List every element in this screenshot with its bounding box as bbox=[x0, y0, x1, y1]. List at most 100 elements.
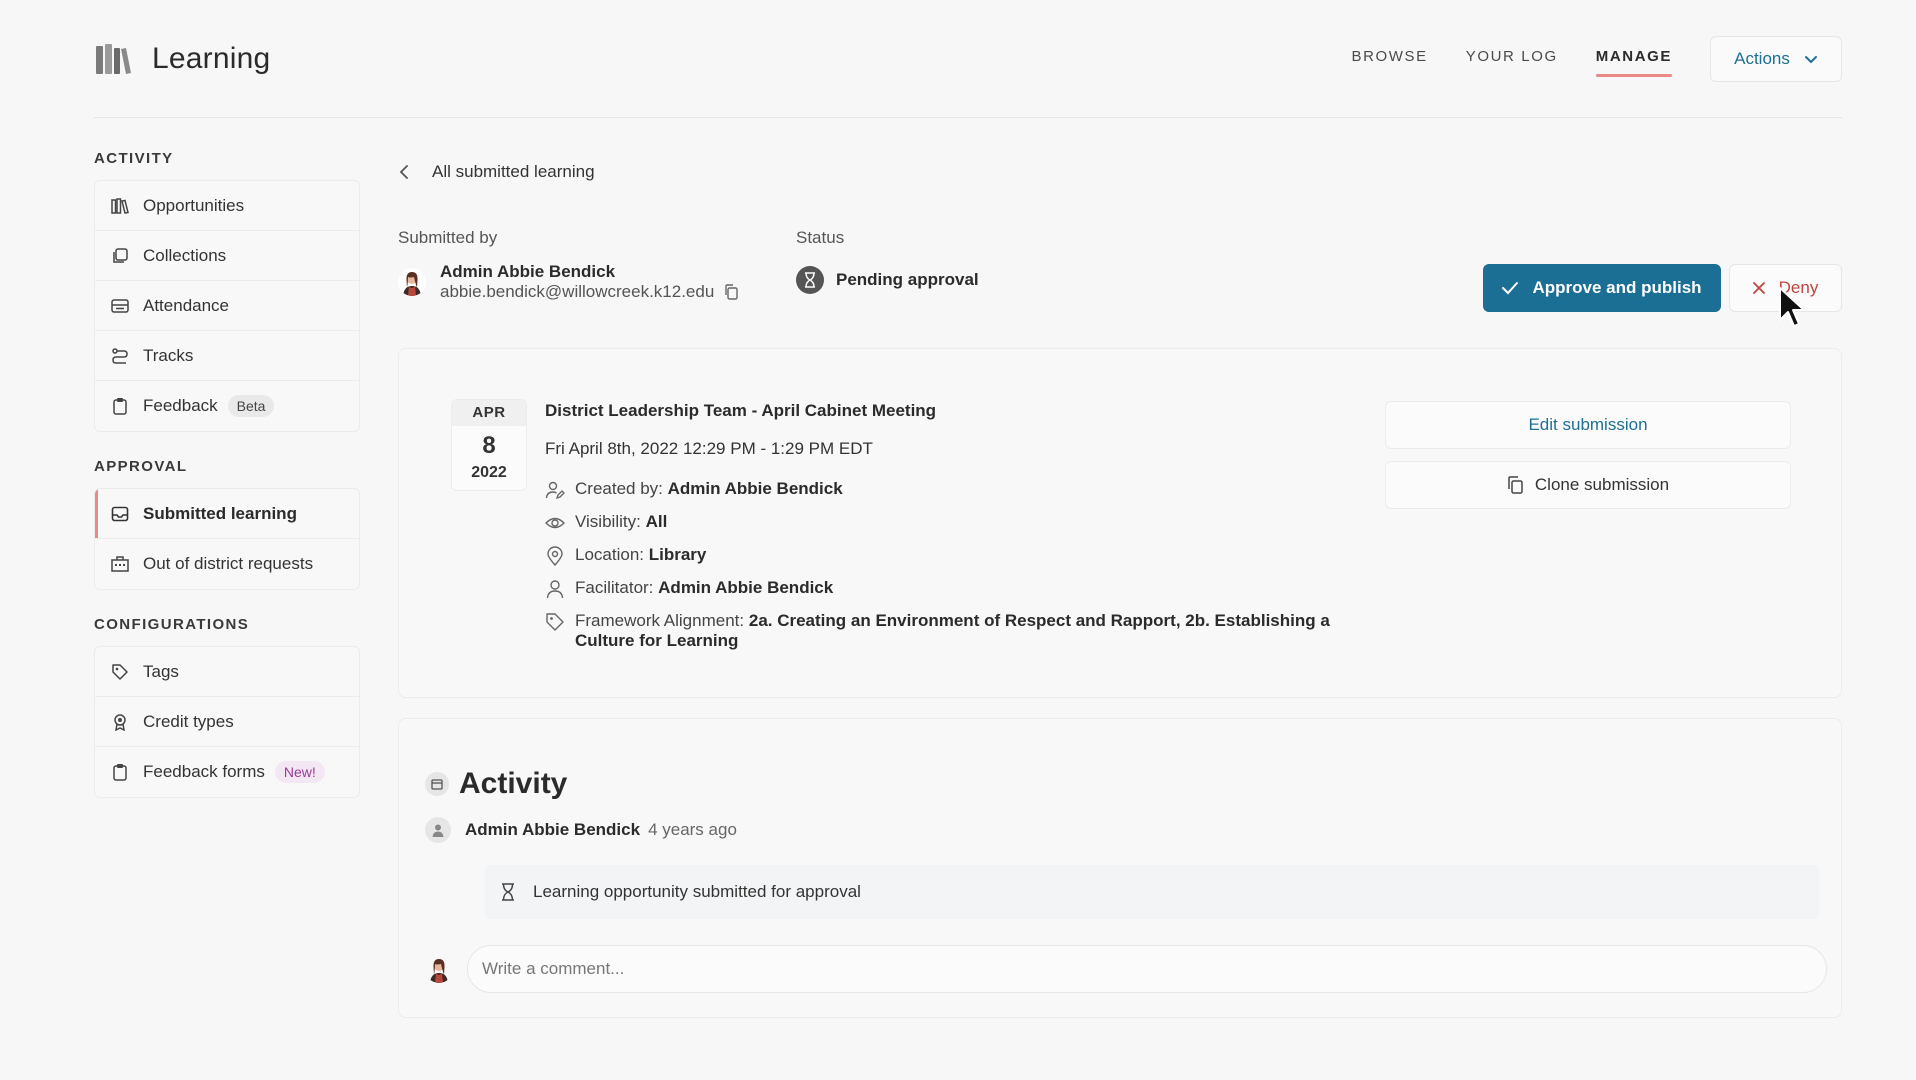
activity-card: Activity Admin Abbie Bendick 4 years ago… bbox=[398, 718, 1842, 1018]
beta-badge: Beta bbox=[227, 395, 275, 417]
sidebar: ACTIVITY Opportunities Collections Atten… bbox=[94, 150, 360, 824]
submitter-email: abbie.bendick@willowcreek.k12.edu bbox=[440, 282, 715, 301]
deny-button[interactable]: Deny bbox=[1729, 264, 1842, 312]
deny-label: Deny bbox=[1778, 278, 1819, 297]
avatar bbox=[398, 268, 426, 296]
app-title: Learning bbox=[152, 42, 271, 75]
approve-label: Approve and publish bbox=[1532, 278, 1702, 297]
framework-label: Framework Alignment: bbox=[575, 611, 745, 630]
sidebar-item-tracks[interactable]: Tracks bbox=[95, 331, 359, 381]
meta-visibility: Visibility: All bbox=[545, 512, 1355, 533]
status-row: Pending approval bbox=[796, 266, 979, 294]
check-icon bbox=[1502, 282, 1519, 295]
sidebar-item-submitted-learning[interactable]: Submitted learning bbox=[95, 489, 359, 539]
section-title-activity: ACTIVITY bbox=[94, 150, 174, 167]
user-icon bbox=[546, 580, 564, 599]
activity-time: 4 years ago bbox=[648, 820, 737, 839]
brand[interactable]: Learning bbox=[94, 40, 270, 78]
config-nav-group: Tags Credit types Feedback forms New! bbox=[94, 646, 360, 798]
clone-submission-button[interactable]: Clone submission bbox=[1385, 461, 1791, 509]
sidebar-item-label: Submitted learning bbox=[143, 503, 297, 523]
date-year: 2022 bbox=[471, 464, 507, 481]
sidebar-item-collections[interactable]: Collections bbox=[95, 231, 359, 281]
sidebar-item-out-of-district[interactable]: Out of district requests bbox=[95, 539, 359, 589]
books-logo-icon bbox=[96, 44, 131, 74]
activity-nav-group: Opportunities Collections Attendance Tra… bbox=[94, 180, 360, 432]
location-label: Location: bbox=[575, 545, 644, 564]
activity-user[interactable]: Admin Abbie Bendick bbox=[465, 820, 640, 840]
sidebar-item-tags[interactable]: Tags bbox=[95, 647, 359, 697]
approve-publish-button[interactable]: Approve and publish bbox=[1483, 264, 1721, 312]
collections-icon bbox=[113, 247, 128, 263]
date-day: 8 bbox=[482, 432, 496, 459]
submission-header: Submitted by Admin Abbie Bendick abbie.b… bbox=[398, 208, 1842, 338]
actions-dropdown[interactable]: Actions bbox=[1710, 36, 1842, 82]
sidebar-item-label: Tracks bbox=[143, 345, 194, 365]
clone-submission-label: Clone submission bbox=[1534, 475, 1670, 494]
event-title: District Leadership Team - April Cabinet… bbox=[545, 401, 937, 420]
sidebar-item-label: Out of district requests bbox=[143, 554, 314, 573]
section-title-configurations: CONFIGURATIONS bbox=[94, 616, 250, 633]
back-link-label: All submitted learning bbox=[432, 162, 595, 181]
meta-facilitator: Facilitator: Admin Abbie Bendick bbox=[545, 578, 1355, 599]
submitter: Admin Abbie Bendick abbie.bendick@willow… bbox=[398, 262, 739, 302]
submitted-by: Submitted by Admin Abbie Bendick abbie.b… bbox=[398, 228, 739, 302]
sidebar-item-label: Feedback bbox=[143, 396, 218, 415]
sidebar-item-attendance[interactable]: Attendance bbox=[95, 281, 359, 331]
activity-event-text: Learning opportunity submitted for appro… bbox=[533, 882, 861, 901]
sidebar-item-label: Credit types bbox=[143, 711, 234, 731]
building-icon bbox=[111, 556, 129, 572]
visibility-value: All bbox=[645, 512, 668, 531]
user-edit-icon bbox=[545, 481, 565, 500]
copy-icon[interactable] bbox=[724, 284, 739, 300]
nav-your-log[interactable]: YOUR LOG bbox=[1466, 48, 1558, 77]
sidebar-item-label: Tags bbox=[143, 661, 179, 681]
eye-icon bbox=[545, 517, 565, 529]
award-icon bbox=[114, 713, 126, 731]
created-by-value: Admin Abbie Bendick bbox=[667, 479, 843, 498]
event-meta: Created by: Admin Abbie Bendick Visibili… bbox=[545, 479, 1355, 651]
visibility-label: Visibility: bbox=[575, 512, 641, 531]
chevron-left-icon bbox=[399, 165, 408, 179]
sidebar-item-label: Feedback forms bbox=[143, 762, 265, 781]
clipboard-icon bbox=[113, 764, 127, 781]
meta-location: Location: Library bbox=[545, 545, 1355, 566]
books-icon bbox=[111, 197, 129, 214]
clipboard-icon bbox=[113, 398, 127, 415]
edit-submission-button[interactable]: Edit submission bbox=[1385, 401, 1791, 449]
activity-event: Learning opportunity submitted for appro… bbox=[485, 865, 1819, 919]
meta-framework: Framework Alignment: 2a. Creating an Env… bbox=[545, 611, 1355, 651]
chevron-down-icon bbox=[1804, 56, 1817, 64]
copy-icon bbox=[1508, 476, 1523, 494]
actions-label: Actions bbox=[1734, 49, 1790, 68]
main-nav: BROWSE YOUR LOG MANAGE bbox=[1351, 48, 1673, 77]
map-pin-icon bbox=[547, 546, 563, 566]
event-card: APR 8 2022 District Leadership Team - Ap… bbox=[398, 348, 1842, 698]
submitter-name: Admin Abbie Bendick bbox=[440, 262, 616, 281]
nav-browse[interactable]: BROWSE bbox=[1351, 48, 1427, 77]
avatar bbox=[425, 955, 453, 983]
sidebar-item-credit-types[interactable]: Credit types bbox=[95, 697, 359, 747]
event-time: Fri April 8th, 2022 12:29 PM - 1:29 PM E… bbox=[545, 439, 873, 458]
nav-manage[interactable]: MANAGE bbox=[1595, 48, 1673, 77]
tags-icon bbox=[112, 663, 128, 680]
attendance-icon bbox=[111, 298, 129, 313]
app-root: Learning BROWSE YOUR LOG MANAGE Actions … bbox=[0, 0, 1916, 1080]
inbox-icon bbox=[111, 506, 129, 521]
hourglass-icon bbox=[502, 883, 514, 901]
back-link[interactable]: All submitted learning bbox=[398, 150, 1842, 194]
edit-submission-label: Edit submission bbox=[1528, 415, 1648, 434]
hourglass-icon bbox=[805, 272, 815, 288]
date-month: APR bbox=[452, 400, 526, 426]
submitter-email-row: abbie.bendick@willowcreek.k12.edu bbox=[440, 282, 739, 302]
sidebar-item-feedback[interactable]: Feedback Beta bbox=[95, 381, 359, 431]
sidebar-item-label: Attendance bbox=[143, 295, 230, 315]
sidebar-item-label: Collections bbox=[143, 245, 227, 265]
top-header: Learning BROWSE YOUR LOG MANAGE Actions bbox=[94, 28, 1842, 118]
comment-input[interactable] bbox=[467, 945, 1827, 993]
sidebar-item-opportunities[interactable]: Opportunities bbox=[95, 181, 359, 231]
sidebar-item-feedback-forms[interactable]: Feedback forms New! bbox=[95, 747, 359, 797]
status-block: Status Pending approval bbox=[796, 228, 979, 294]
main-content: All submitted learning Submitted by Admi… bbox=[398, 150, 1842, 1018]
tag-icon bbox=[546, 613, 564, 631]
